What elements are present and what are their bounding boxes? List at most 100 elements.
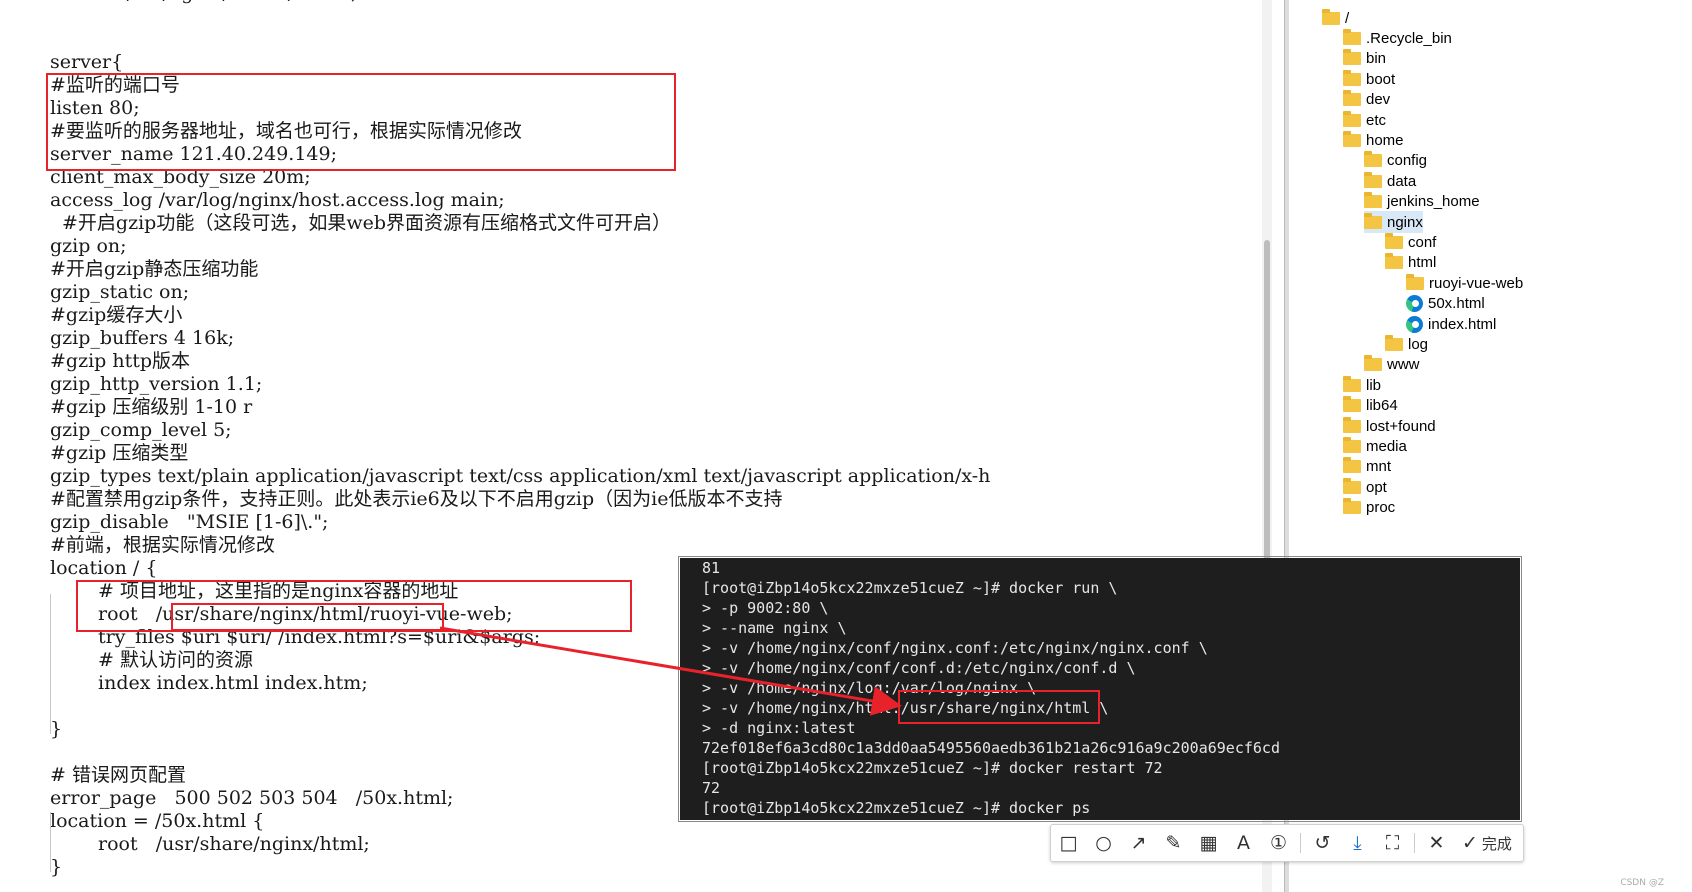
code-line: gzip_buffers 4 16k;	[50, 327, 235, 349]
folder-icon	[1343, 90, 1361, 107]
code-line: gzip_disable "MSIE [1-6]\.";	[50, 511, 329, 533]
tree-item-label: proc	[1366, 499, 1396, 517]
code-line: #gzip 压缩级别 1-10 r	[50, 396, 253, 418]
tree-item-label: lib64	[1366, 397, 1398, 415]
tree-item-label: /	[1345, 9, 1350, 27]
tree-item-label: home	[1366, 131, 1404, 149]
folder-icon	[1343, 130, 1361, 147]
code-line: gzip_comp_level 5;	[50, 419, 232, 441]
tree-item-label: .Recycle_bin	[1366, 29, 1452, 47]
tree-item[interactable]: proc	[1343, 497, 1395, 519]
terminal-line: 72	[702, 779, 721, 797]
folder-icon	[1343, 396, 1361, 413]
folder-icon	[1343, 416, 1361, 433]
code-line: #配置禁用gzip条件，支持正则。此处表示ie6及以下不启用gzip（因为ie低…	[50, 488, 783, 510]
code-line: #gzip http版本	[50, 350, 191, 372]
undo-icon[interactable]: ↺	[1305, 825, 1340, 861]
terminal-line: 81	[702, 559, 721, 577]
close-icon[interactable]: ✕	[1419, 825, 1454, 861]
code-line: server{	[50, 51, 124, 73]
tree-item[interactable]: www	[1364, 354, 1420, 376]
tree-item[interactable]: jenkins_home	[1364, 191, 1480, 213]
code-line: #要监听的服务器地址，域名也可行，根据实际情况修改	[50, 120, 522, 142]
folder-icon	[1385, 253, 1403, 270]
tree-item[interactable]: 50x.html	[1406, 293, 1485, 315]
tree-item[interactable]: data	[1364, 170, 1416, 192]
terminal-line: > -v /home/nginx/html:/usr/share/nginx/h…	[702, 699, 1109, 717]
tree-item[interactable]: .Recycle_bin	[1343, 27, 1452, 49]
tree-item[interactable]: home	[1343, 129, 1404, 151]
check-icon: ✓	[1462, 832, 1478, 854]
toolbar-separator	[1300, 833, 1301, 853]
code-line: gzip on;	[50, 235, 127, 257]
tree-item-label: bin	[1366, 50, 1387, 68]
mosaic-tool-icon[interactable]: ▦	[1191, 825, 1226, 861]
folder-icon	[1343, 457, 1361, 474]
rectangle-tool-icon[interactable]: □	[1051, 825, 1086, 861]
tree-item[interactable]: log	[1385, 333, 1428, 355]
tree-item[interactable]: lost+found	[1343, 415, 1436, 437]
folder-icon	[1364, 171, 1382, 188]
tree-item[interactable]: boot	[1343, 68, 1395, 90]
tree-item-label: data	[1387, 172, 1417, 190]
tree-item[interactable]: index.html	[1406, 313, 1496, 335]
tree-item-label: 50x.html	[1428, 295, 1485, 313]
code-line: access_log /var/log/nginx/host.access.lo…	[50, 189, 505, 211]
tree-item[interactable]: config	[1364, 150, 1427, 172]
folder-icon	[1343, 110, 1361, 127]
tree-item[interactable]: conf	[1385, 231, 1436, 253]
folder-icon	[1364, 355, 1382, 372]
tree-item[interactable]: bin	[1343, 48, 1386, 70]
folder-icon	[1343, 375, 1361, 392]
tree-item[interactable]: html	[1385, 252, 1436, 274]
terminal-line: > -v /home/nginx/conf/nginx.conf:/etc/ng…	[702, 639, 1208, 657]
screenshot-toolbar: □ ○ ↗ ✎ ▦ A ① ↺ ⤓ ⛶ ✕ ✓ 完成	[1050, 824, 1524, 862]
tree-item-label: mnt	[1366, 458, 1392, 476]
code-line: client_max_body_size 20m;	[50, 166, 311, 188]
code-line: root /usr/share/nginx/html;	[98, 833, 370, 855]
folder-icon	[1343, 436, 1361, 453]
tree-item-label: jenkins_home	[1387, 193, 1480, 211]
folder-icon	[1406, 273, 1424, 290]
tree-item[interactable]: etc	[1343, 109, 1386, 131]
tree-item-label: log	[1408, 335, 1429, 353]
tree-item[interactable]: lib64	[1343, 395, 1398, 417]
tree-item-label: html	[1408, 254, 1437, 272]
terminal-window[interactable]: 81 [root@iZbp14o5kcx22mxze51cueZ ~]# dock…	[680, 558, 1520, 820]
tree-item-label: boot	[1366, 70, 1396, 88]
arrow-tool-icon[interactable]: ↗	[1121, 825, 1156, 861]
done-button[interactable]: ✓ 完成	[1454, 832, 1512, 854]
folder-icon	[1322, 8, 1340, 25]
tree-item-label: lib	[1366, 376, 1382, 394]
tree-item-label: lost+found	[1366, 417, 1436, 435]
tree-item-label: etc	[1366, 111, 1387, 129]
text-tool-icon[interactable]: A	[1226, 825, 1261, 861]
tree-item[interactable]: media	[1343, 435, 1407, 457]
folder-icon	[1385, 334, 1403, 351]
folder-icon	[1343, 477, 1361, 494]
number-tool-icon[interactable]: ①	[1261, 825, 1296, 861]
tree-item[interactable]: /	[1322, 7, 1349, 29]
pen-tool-icon[interactable]: ✎	[1156, 825, 1191, 861]
tree-item[interactable]: lib	[1343, 374, 1381, 396]
tree-item-label: config	[1387, 152, 1428, 170]
code-line: #gzip缓存大小	[50, 304, 183, 326]
tree-item[interactable]: ruoyi-vue-web	[1406, 272, 1523, 294]
crop-icon[interactable]: ⛶	[1375, 825, 1410, 861]
terminal-line: > -p 9002:80 \	[702, 599, 829, 617]
code-line: gzip_http_version 1.1;	[50, 373, 263, 395]
tree-item[interactable]: nginx	[1364, 211, 1423, 233]
ellipse-tool-icon[interactable]: ○	[1086, 825, 1121, 861]
folder-icon	[1364, 212, 1382, 229]
terminal-output: 81 [root@iZbp14o5kcx22mxze51cueZ ~]# dock…	[702, 558, 1280, 818]
done-label: 完成	[1481, 834, 1512, 853]
tree-item[interactable]: dev	[1343, 89, 1390, 111]
tree-item[interactable]: opt	[1343, 476, 1387, 498]
download-icon[interactable]: ⤓	[1340, 825, 1375, 861]
code-line: gzip_static on;	[50, 281, 190, 303]
toolbar-separator	[1414, 833, 1415, 853]
code-line: server_name 121.40.249.149;	[50, 143, 337, 165]
tree-item[interactable]: mnt	[1343, 456, 1391, 478]
watermark: CSDN @Z	[1620, 878, 1664, 888]
tree-item-label: dev	[1366, 91, 1391, 109]
